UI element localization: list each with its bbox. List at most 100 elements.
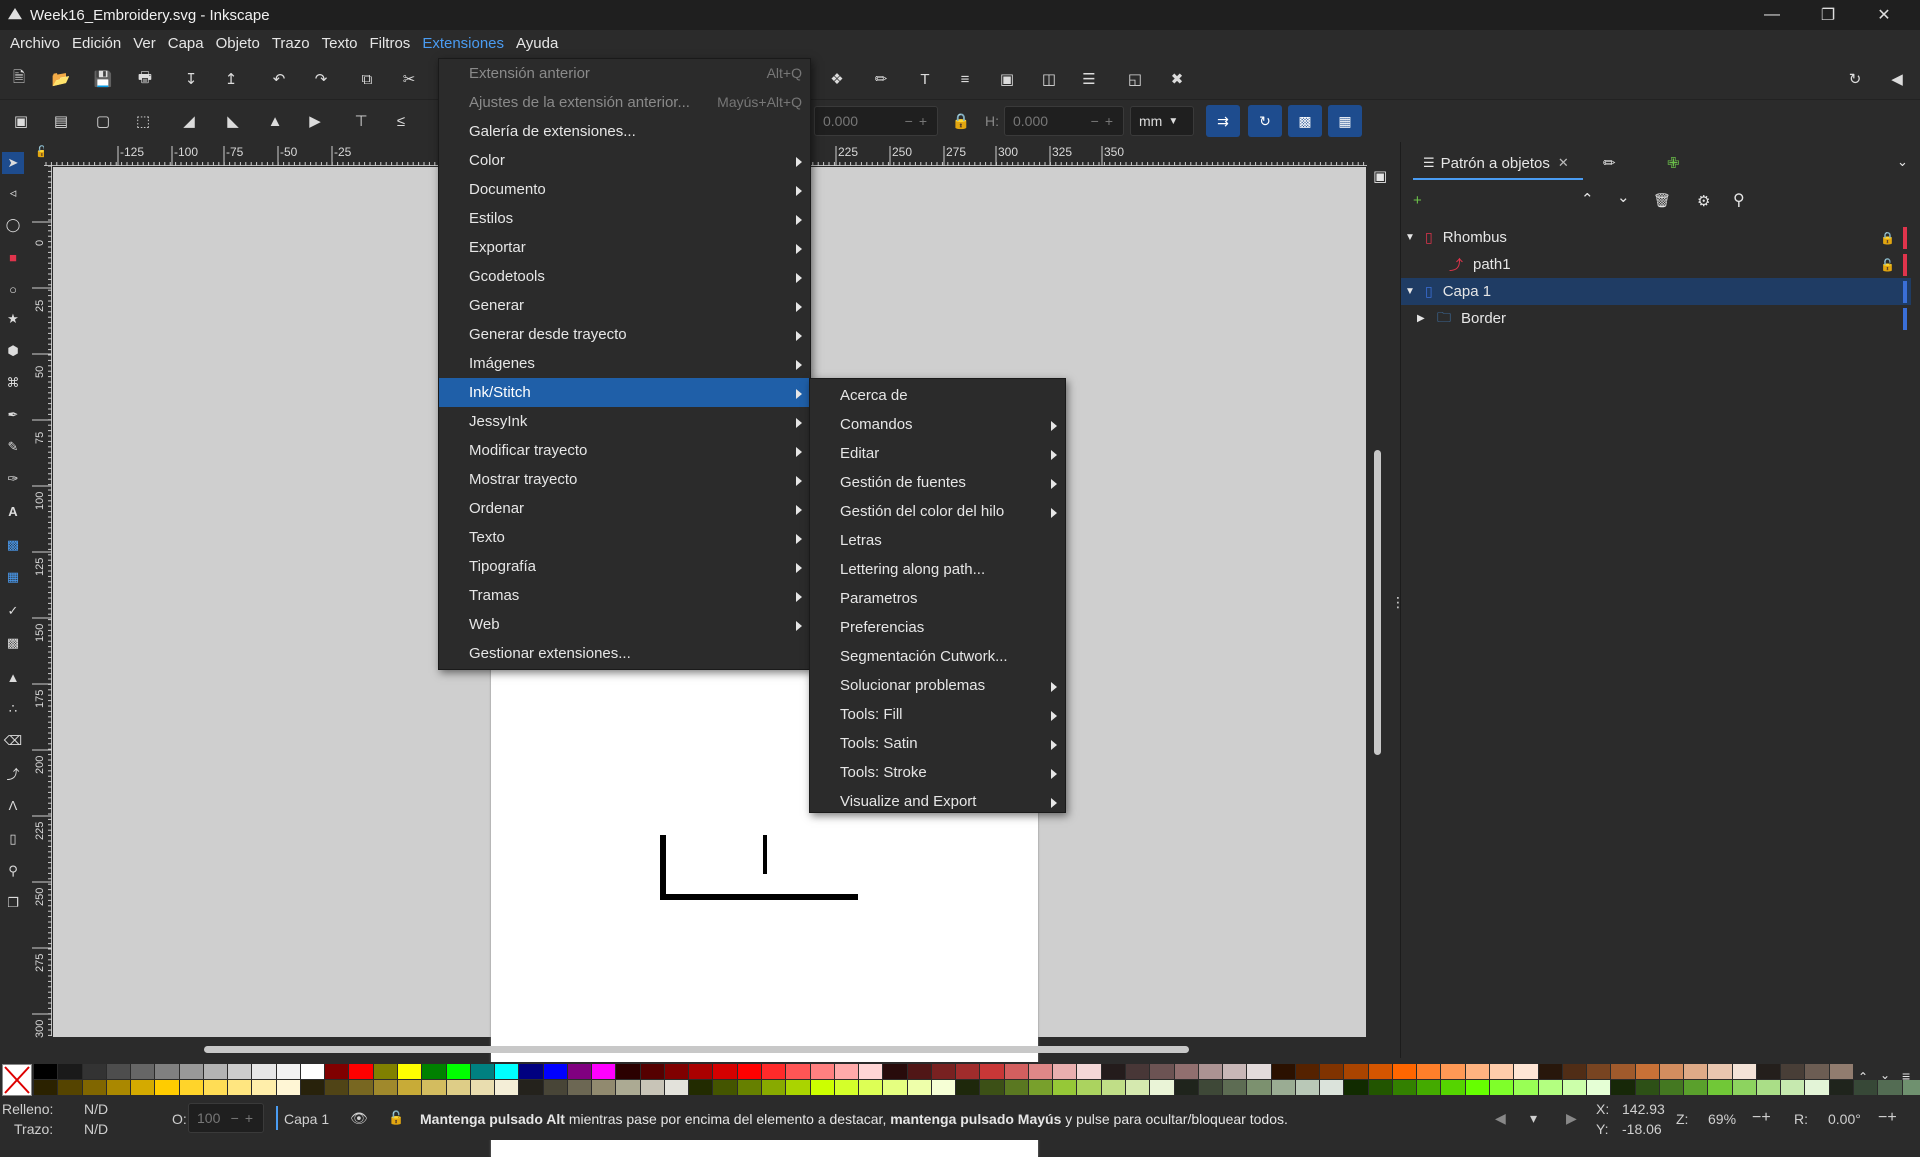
color-swatch[interactable] <box>398 1064 422 1079</box>
color-swatch[interactable] <box>1126 1064 1150 1079</box>
eraser-tool-icon[interactable]: ⌫ <box>2 730 24 752</box>
menu-extensiones[interactable]: Extensiones <box>416 30 510 58</box>
delete-icon[interactable]: 🗑 <box>1653 192 1671 209</box>
color-swatch[interactable] <box>1247 1080 1271 1095</box>
color-swatch[interactable] <box>1223 1064 1247 1079</box>
color-swatch[interactable] <box>1490 1080 1514 1095</box>
shape-builder-icon[interactable]: ◯ <box>2 214 24 236</box>
color-swatch[interactable] <box>592 1064 616 1079</box>
color-swatch[interactable] <box>34 1080 58 1095</box>
extensions-menu-item[interactable]: Tipografía <box>439 552 810 581</box>
extensions-menu-item[interactable]: Exportar <box>439 233 810 262</box>
color-swatch[interactable] <box>1465 1064 1489 1079</box>
rectangle-tool-icon[interactable]: ■ <box>2 246 24 268</box>
color-swatch[interactable] <box>1368 1064 1392 1079</box>
color-swatch[interactable] <box>252 1080 276 1095</box>
color-swatch[interactable] <box>1392 1064 1417 1079</box>
color-swatch[interactable] <box>1514 1080 1538 1095</box>
color-swatch[interactable] <box>1077 1080 1101 1095</box>
opacity-stepper-icon[interactable]: −+ <box>231 1110 259 1126</box>
color-swatch[interactable] <box>1392 1080 1417 1095</box>
color-swatch[interactable] <box>1441 1080 1465 1095</box>
spray-tool-icon[interactable]: ∴ <box>2 698 24 720</box>
inkstitch-menu-item[interactable]: Parametros <box>810 584 1065 613</box>
color-swatch[interactable] <box>713 1064 737 1079</box>
color-swatch[interactable] <box>1198 1080 1223 1095</box>
tree-row[interactable]: ⤴ path1 🔓 <box>1401 251 1911 278</box>
rotate-ccw-icon[interactable]: ◢ <box>176 108 202 134</box>
symbols-icon[interactable]: ▣ <box>994 66 1020 92</box>
fill-value[interactable]: N/D <box>84 1101 108 1117</box>
color-swatch[interactable] <box>446 1064 470 1079</box>
color-swatch[interactable] <box>737 1064 761 1079</box>
menu-objeto[interactable]: Objeto <box>210 30 266 58</box>
search-icon[interactable]: ⚲ <box>1733 190 1745 210</box>
color-swatch[interactable] <box>495 1064 519 1079</box>
color-swatch[interactable] <box>1174 1080 1198 1095</box>
layer-color-tag[interactable] <box>1903 226 1907 249</box>
color-swatch[interactable] <box>907 1080 931 1095</box>
expand-down-icon[interactable]: ▼ <box>1405 232 1419 243</box>
color-swatch[interactable] <box>543 1080 567 1095</box>
color-swatch[interactable] <box>519 1064 543 1079</box>
color-swatch[interactable] <box>300 1080 325 1095</box>
fill-stroke-icon[interactable]: ✏ <box>868 66 894 92</box>
color-swatch[interactable] <box>325 1080 349 1095</box>
color-swatch[interactable] <box>1101 1064 1125 1079</box>
color-swatch[interactable] <box>1538 1064 1562 1079</box>
color-swatch[interactable] <box>373 1064 397 1079</box>
inkstitch-menu-item[interactable]: Tools: Stroke <box>810 758 1065 787</box>
color-swatch[interactable] <box>543 1064 567 1079</box>
color-swatch[interactable] <box>1659 1064 1684 1079</box>
color-swatch[interactable] <box>1538 1080 1562 1095</box>
close-tab-icon[interactable]: ✕ <box>1558 155 1569 171</box>
menu-ayuda[interactable]: Ayuda <box>510 30 564 58</box>
lock-icon[interactable]: 🔒 <box>1880 231 1895 245</box>
color-swatch[interactable] <box>470 1080 495 1095</box>
extensions-menu-item[interactable]: Mostrar trayecto <box>439 465 810 494</box>
height-stepper-icon[interactable]: −+ <box>1091 113 1119 129</box>
3d-box-tool-icon[interactable]: ⬢ <box>2 340 24 362</box>
color-swatch[interactable] <box>1465 1080 1489 1095</box>
color-swatch[interactable] <box>640 1064 664 1079</box>
flip-horizontal-icon[interactable]: ▲ <box>262 108 288 134</box>
print-icon[interactable]: 🖶 <box>132 66 158 92</box>
color-swatch[interactable] <box>689 1080 713 1095</box>
color-swatch[interactable] <box>495 1080 519 1095</box>
color-swatch[interactable] <box>300 1064 325 1079</box>
color-swatch[interactable] <box>82 1080 106 1095</box>
color-swatch[interactable] <box>252 1064 276 1079</box>
color-swatch[interactable] <box>762 1080 786 1095</box>
color-swatch[interactable] <box>1126 1080 1150 1095</box>
color-swatch[interactable] <box>1659 1080 1684 1095</box>
color-swatch[interactable] <box>1053 1080 1077 1095</box>
color-swatch[interactable] <box>1805 1064 1829 1079</box>
color-swatch[interactable] <box>1611 1080 1635 1095</box>
color-swatch[interactable] <box>1320 1080 1344 1095</box>
color-swatch[interactable] <box>1344 1080 1368 1095</box>
color-swatch[interactable] <box>276 1064 300 1079</box>
zoom-stepper-icon[interactable]: −+ <box>1752 1109 1771 1127</box>
touch-select-icon[interactable]: ⬚ <box>130 108 156 134</box>
color-swatch[interactable] <box>1344 1064 1368 1079</box>
color-swatch[interactable] <box>519 1080 543 1095</box>
inkstitch-menu-item[interactable]: Acerca de <box>810 381 1065 410</box>
tree-row[interactable]: ▶ 🗀 Border <box>1401 305 1911 332</box>
tab-objects[interactable]: ☰ Patrón a objetos ✕ <box>1413 148 1583 180</box>
layer-visibility-icon[interactable]: 👁 <box>350 1110 368 1127</box>
extensions-menu-item[interactable]: Ordenar <box>439 494 810 523</box>
extensions-menu-item[interactable]: Galería de extensiones... <box>439 117 810 146</box>
inkstitch-menu-item[interactable]: Letras <box>810 526 1065 555</box>
move-up-icon[interactable]: ⌃ <box>1581 190 1594 208</box>
color-swatch[interactable] <box>349 1064 373 1079</box>
color-swatch[interactable] <box>1781 1064 1805 1079</box>
select-all-layers-icon[interactable]: ▤ <box>48 108 74 134</box>
text-font-icon[interactable]: T <box>912 66 938 92</box>
layer-lock-icon[interactable]: 🔓 <box>388 1110 404 1126</box>
color-swatch[interactable] <box>228 1064 252 1079</box>
extensions-menu-item[interactable]: Ajustes de la extensión anterior... Mayús… <box>439 88 810 117</box>
color-swatch[interactable] <box>1077 1064 1101 1079</box>
star-tool-icon[interactable]: ★ <box>2 308 24 330</box>
color-swatch[interactable] <box>1587 1064 1611 1079</box>
color-swatch[interactable] <box>106 1064 131 1079</box>
